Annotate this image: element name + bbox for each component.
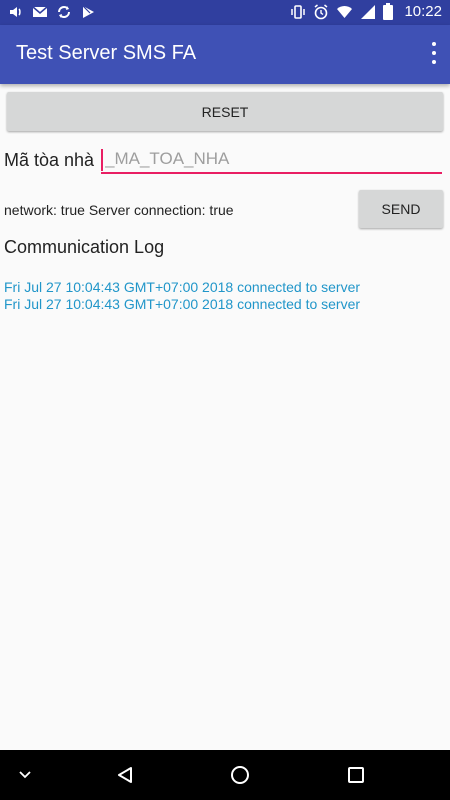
battery-icon — [383, 3, 394, 20]
connection-status: network: true Server connection: true — [4, 202, 234, 218]
status-bar: 10:22 — [0, 0, 450, 25]
building-code-label: Mã tòa nhà — [4, 150, 95, 170]
text-cursor — [101, 149, 103, 171]
log-entry: Fri Jul 27 10:04:43 GMT+07:00 2018 conne… — [4, 296, 361, 312]
vibrate-icon — [290, 4, 306, 20]
signal-icon — [360, 4, 376, 20]
send-button[interactable]: SEND — [359, 190, 443, 228]
app-bar: Test Server SMS FA — [0, 25, 450, 84]
sync-icon — [56, 4, 72, 20]
play-store-icon — [80, 4, 96, 20]
home-icon[interactable] — [225, 750, 255, 800]
alarm-icon — [313, 3, 329, 20]
volume-icon — [8, 4, 24, 20]
back-icon[interactable] — [110, 750, 140, 800]
recents-icon[interactable] — [341, 750, 371, 800]
gmail-icon — [32, 4, 48, 20]
keyboard-hide-icon[interactable] — [10, 750, 40, 800]
clock: 10:22 — [404, 3, 442, 20]
more-vert-icon[interactable] — [430, 42, 438, 64]
communication-log: Fri Jul 27 10:04:43 GMT+07:00 2018 conne… — [4, 279, 360, 313]
communication-log-title: Communication Log — [4, 237, 165, 257]
log-entry: Fri Jul 27 10:04:43 GMT+07:00 2018 conne… — [4, 279, 361, 295]
app-title: Test Server SMS FA — [16, 42, 197, 64]
reset-button[interactable]: RESET — [7, 92, 443, 131]
navigation-bar — [0, 750, 450, 800]
wifi-icon — [336, 4, 353, 20]
building-code-input[interactable] — [101, 146, 442, 174]
